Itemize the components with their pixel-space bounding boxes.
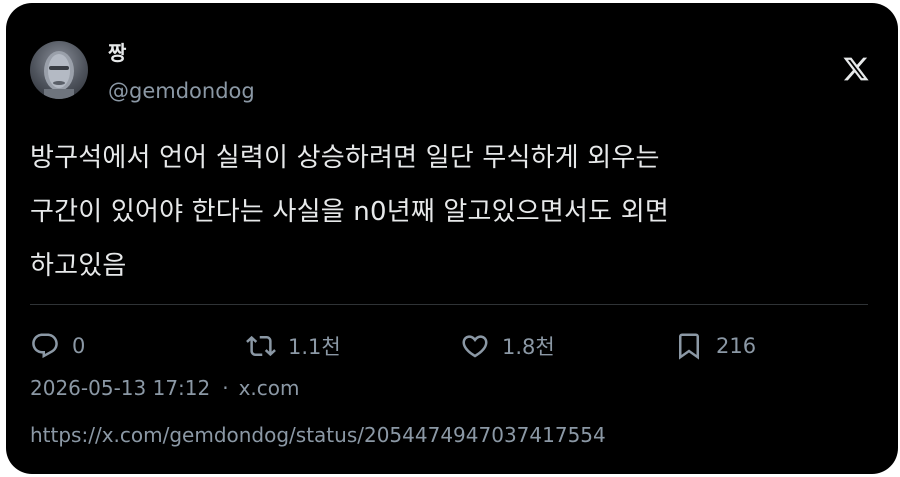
- x-logo-icon[interactable]: [842, 55, 870, 83]
- reply-button[interactable]: 0: [30, 328, 85, 364]
- divider: [30, 304, 868, 305]
- separator-dot: ·: [222, 376, 229, 400]
- tweet-card: 짱 @gemdondog 방구석에서 언어 실력이 상승하려면 일단 무식하게 …: [6, 3, 898, 474]
- reply-icon: [32, 333, 58, 359]
- retweet-count: 1.1천: [288, 335, 341, 359]
- like-button[interactable]: 1.8천: [460, 328, 555, 364]
- heart-icon: [462, 335, 488, 358]
- tweet-text-line: 하고있음: [30, 251, 127, 281]
- user-handle[interactable]: @gemdondog: [108, 79, 255, 103]
- tweet-url[interactable]: https://x.com/gemdondog/status/205447494…: [30, 423, 606, 447]
- retweet-button[interactable]: 1.1천: [246, 328, 341, 364]
- bookmark-button[interactable]: 216: [674, 328, 756, 364]
- timestamp[interactable]: 2026-05-13 17:12: [30, 376, 210, 400]
- bookmark-icon: [679, 333, 699, 360]
- avatar[interactable]: [30, 41, 88, 99]
- tweet-meta: 2026-05-13 17:12 · x.com: [30, 376, 300, 400]
- tweet-text-line: 구간이 있어야 한다는 사실을 n0년째 알고있으면서도 외면: [30, 197, 669, 227]
- source-link[interactable]: x.com: [239, 376, 300, 400]
- reply-count: 0: [72, 334, 86, 358]
- tweet-text-line: 방구석에서 언어 실력이 상승하려면 일단 무식하게 외우는: [30, 143, 660, 173]
- like-count: 1.8천: [502, 335, 555, 359]
- avatar-image: [44, 51, 74, 99]
- bookmark-count: 216: [716, 334, 757, 358]
- display-name[interactable]: 짱: [108, 37, 126, 66]
- retweet-icon: [246, 335, 276, 357]
- tweet-text: 방구석에서 언어 실력이 상승하려면 일단 무식하게 외우는 구간이 있어야 한…: [30, 131, 870, 293]
